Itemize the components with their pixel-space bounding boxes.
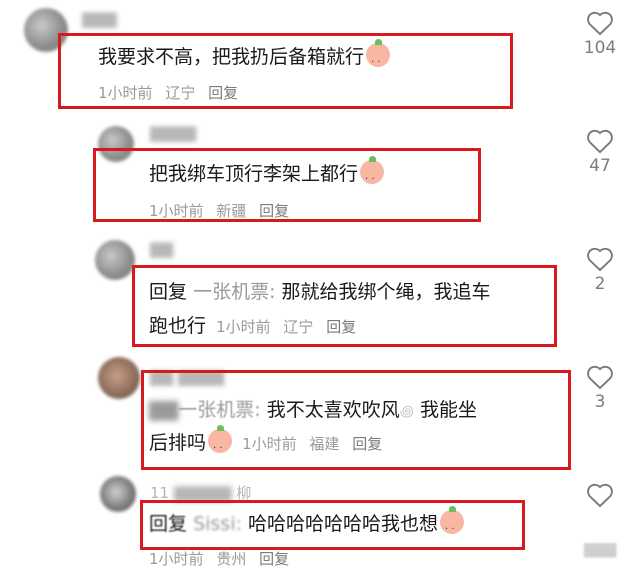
avatar[interactable] <box>95 240 135 280</box>
like-button[interactable] <box>580 482 620 508</box>
like-count: 47 <box>589 156 611 176</box>
like-button[interactable]: 3 <box>580 364 620 412</box>
comment-meta: 1小时前 贵州 回复 <box>149 548 297 569</box>
avatar[interactable] <box>98 357 140 399</box>
like-count: 104 <box>583 38 617 58</box>
highlight-box <box>93 148 481 222</box>
highlight-box <box>141 370 571 470</box>
avatar[interactable] <box>100 476 136 512</box>
reply-button[interactable]: 回复 <box>259 550 289 568</box>
username-blurred[interactable]: ▇▇▇ <box>82 10 117 28</box>
heart-outline-icon <box>587 365 613 390</box>
like-button[interactable]: 104 <box>580 10 620 58</box>
heart-outline-icon <box>587 11 613 36</box>
heart-outline-icon <box>587 483 613 508</box>
like-button[interactable]: 47 <box>580 128 620 176</box>
highlight-box <box>58 33 513 109</box>
comment-location: 贵州 <box>216 550 247 568</box>
heart-outline-icon <box>587 247 613 272</box>
watermark-logo: ▇▇▇ <box>584 542 617 558</box>
username-blurred[interactable]: ▇▇▇▇ <box>150 124 196 142</box>
heart-outline-icon <box>587 129 613 154</box>
like-count: 3 <box>594 392 606 412</box>
comment-time: 1小时前 <box>149 550 204 568</box>
username-blurred[interactable]: ▇▇ <box>150 240 173 258</box>
like-button[interactable]: 2 <box>580 246 620 294</box>
like-count: 2 <box>594 274 606 294</box>
highlight-box <box>140 500 525 550</box>
highlight-box <box>132 265 557 347</box>
